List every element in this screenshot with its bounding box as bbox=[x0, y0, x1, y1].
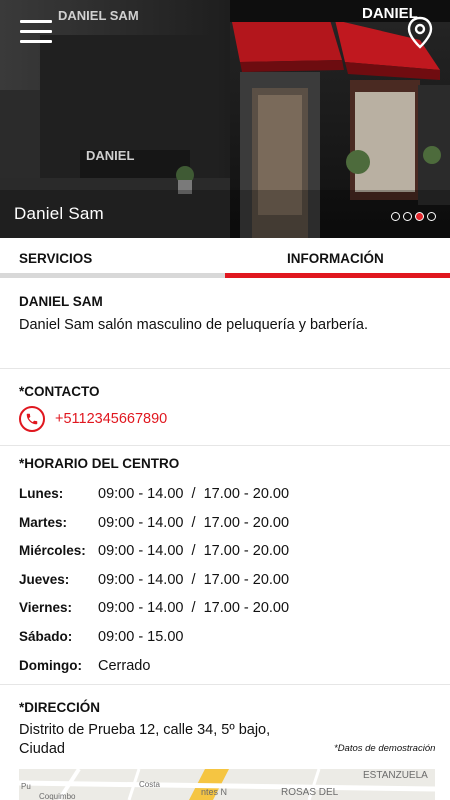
schedule-hours: Cerrado bbox=[98, 657, 151, 674]
address-line-2: Ciudad bbox=[19, 741, 65, 757]
map-label: Costa bbox=[139, 780, 160, 789]
tab-informacion[interactable]: INFORMACIÓN bbox=[225, 238, 450, 280]
tab-servicios-indicator bbox=[0, 273, 225, 278]
tab-servicios-label: SERVICIOS bbox=[19, 251, 93, 266]
schedule-row: Viernes: 09:00 - 14.00 / 17.00 - 20.00 bbox=[19, 600, 439, 620]
storefront-sign-top: DANIEL SAM bbox=[58, 8, 139, 23]
schedule-row: Martes: 09:00 - 14.00 / 17.00 - 20.00 bbox=[19, 515, 439, 535]
divider bbox=[0, 445, 450, 446]
map-label: Pu bbox=[21, 782, 31, 791]
map-preview[interactable]: ESTANZUELA ROSAS DEL Pu Coquimbo Costa n… bbox=[19, 769, 435, 800]
tab-informacion-label: INFORMACIÓN bbox=[287, 251, 384, 266]
schedule-day: Sábado: bbox=[19, 629, 73, 644]
schedule-row: Sábado: 09:00 - 15.00 bbox=[19, 629, 439, 649]
carousel-dot[interactable] bbox=[427, 212, 436, 221]
carousel-dot[interactable] bbox=[415, 212, 424, 221]
hero-image: DANIEL DANIEL SAM DANIEL Daniel Sam bbox=[0, 0, 450, 238]
business-name: Daniel Sam bbox=[14, 204, 104, 223]
schedule-day: Domingo: bbox=[19, 657, 82, 673]
schedule-hours: 09:00 - 14.00 / 17.00 - 20.00 bbox=[98, 600, 290, 617]
schedule-hours: 09:00 - 14.00 / 17.00 - 20.00 bbox=[98, 571, 290, 588]
divider bbox=[0, 684, 450, 685]
schedule-row: Miércoles: 09:00 - 14.00 / 17.00 - 20.00 bbox=[19, 543, 439, 563]
address-line-1: Distrito de Prueba 12, calle 34, 5º bajo… bbox=[19, 722, 271, 738]
schedule-row: Lunes: 09:00 - 14.00 / 17.00 - 20.00 bbox=[19, 486, 439, 506]
carousel-indicators bbox=[391, 212, 436, 221]
storefront-sign-left: DANIEL bbox=[86, 148, 134, 163]
tab-servicios[interactable]: SERVICIOS bbox=[0, 238, 225, 280]
schedule-row: Jueves: 09:00 - 14.00 / 17.00 - 20.00 bbox=[19, 572, 439, 592]
carousel-dot[interactable] bbox=[391, 212, 400, 221]
schedule-day: Lunes: bbox=[19, 486, 64, 501]
schedule-day: Martes: bbox=[19, 514, 68, 530]
map-label: ntes N bbox=[201, 787, 227, 797]
menu-icon[interactable] bbox=[20, 20, 52, 44]
schedule-day: Viernes: bbox=[19, 600, 73, 616]
map-label: ROSAS DEL bbox=[281, 787, 339, 798]
phone-number: +5112345667890 bbox=[55, 411, 168, 427]
phone-icon bbox=[19, 406, 45, 432]
schedule-hours: 09:00 - 14.00 / 17.00 - 20.00 bbox=[98, 543, 290, 560]
storefront-photo: DANIEL DANIEL SAM DANIEL bbox=[0, 0, 450, 238]
schedule-row: Domingo: Cerrado bbox=[19, 658, 439, 678]
about-description: Daniel Sam salón masculino de peluquería… bbox=[19, 317, 369, 333]
contact-title: *CONTACTO bbox=[19, 384, 100, 399]
schedule-hours: 09:00 - 15.00 bbox=[98, 629, 184, 645]
schedule-hours: 09:00 - 14.00 / 17.00 - 20.00 bbox=[98, 514, 290, 531]
about-title: DANIEL SAM bbox=[19, 294, 103, 309]
phone-link[interactable]: +5112345667890 bbox=[19, 406, 167, 432]
map-label: Coquimbo bbox=[39, 792, 76, 800]
address-title: *DIRECCIÓN bbox=[19, 700, 101, 715]
tab-bar: SERVICIOS INFORMACIÓN bbox=[0, 238, 450, 280]
schedule-day: Jueves: bbox=[19, 571, 70, 587]
schedule-title: *HORARIO DEL CENTRO bbox=[19, 456, 180, 471]
schedule-day: Miércoles: bbox=[19, 543, 86, 559]
tab-informacion-indicator bbox=[225, 273, 450, 278]
demo-data-note: *Datos de demostración bbox=[334, 743, 436, 754]
location-pin-icon[interactable] bbox=[405, 16, 435, 50]
schedule-hours: 09:00 - 14.00 / 17.00 - 20.00 bbox=[98, 486, 290, 502]
map-label: ESTANZUELA bbox=[363, 770, 428, 781]
carousel-dot[interactable] bbox=[403, 212, 412, 221]
divider bbox=[0, 368, 450, 369]
